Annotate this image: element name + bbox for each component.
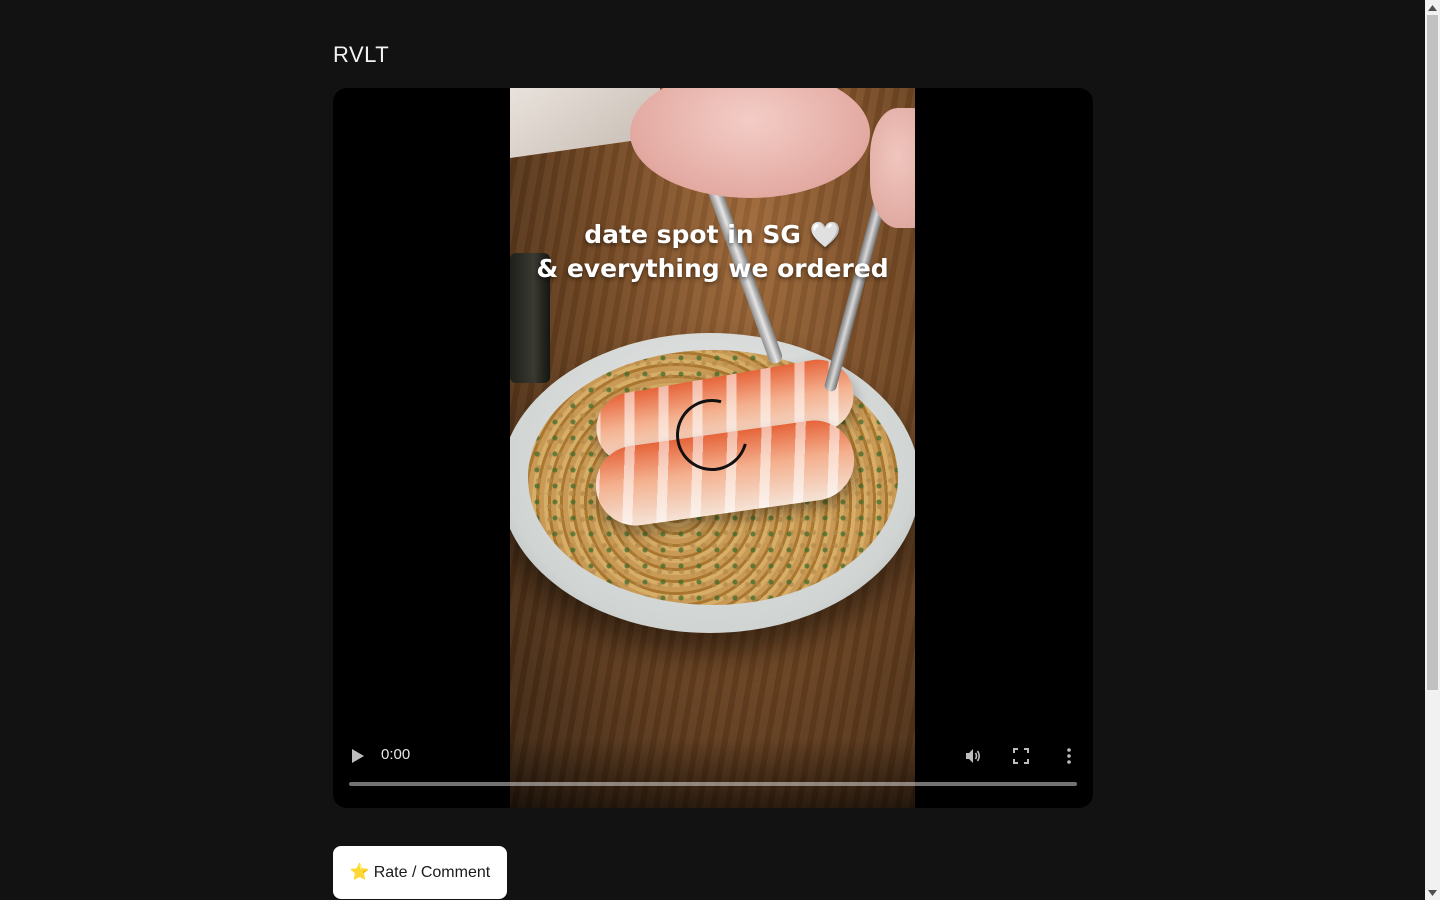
page: RVLT date spot in SG 🤍 & everything we o… — [0, 0, 1440, 900]
scrollbar[interactable] — [1425, 0, 1440, 900]
more-options-button[interactable] — [1059, 746, 1079, 766]
chevron-up-icon — [1428, 4, 1437, 11]
rate-comment-button[interactable]: ⭐ Rate / Comment — [333, 846, 507, 899]
video-caption: date spot in SG 🤍 & everything we ordere… — [510, 218, 915, 286]
video-player[interactable]: date spot in SG 🤍 & everything we ordere… — [333, 88, 1093, 808]
site-title: RVLT — [333, 42, 390, 67]
volume-icon — [966, 749, 981, 763]
fullscreen-button[interactable] — [1011, 746, 1031, 766]
video-caption-line: & everything we ordered — [536, 254, 889, 283]
more-vertical-icon — [1067, 748, 1071, 764]
star-icon: ⭐ — [349, 863, 370, 881]
scroll-down-button[interactable] — [1425, 885, 1440, 900]
play-button[interactable] — [348, 746, 368, 766]
mute-button[interactable] — [963, 746, 983, 766]
chevron-down-icon — [1428, 889, 1437, 896]
progress-bar[interactable] — [349, 782, 1077, 786]
time-display: 0:00 — [381, 746, 411, 763]
scroll-up-button[interactable] — [1425, 0, 1440, 15]
scrollbar-thumb[interactable] — [1427, 15, 1438, 690]
play-icon — [352, 749, 364, 763]
fullscreen-icon — [1013, 748, 1029, 764]
rate-comment-label: Rate / Comment — [373, 863, 491, 881]
video-scene-hand — [870, 108, 915, 228]
video-caption-line: date spot in SG 🤍 — [584, 220, 841, 249]
video-controls: 0:00 — [333, 738, 1093, 808]
